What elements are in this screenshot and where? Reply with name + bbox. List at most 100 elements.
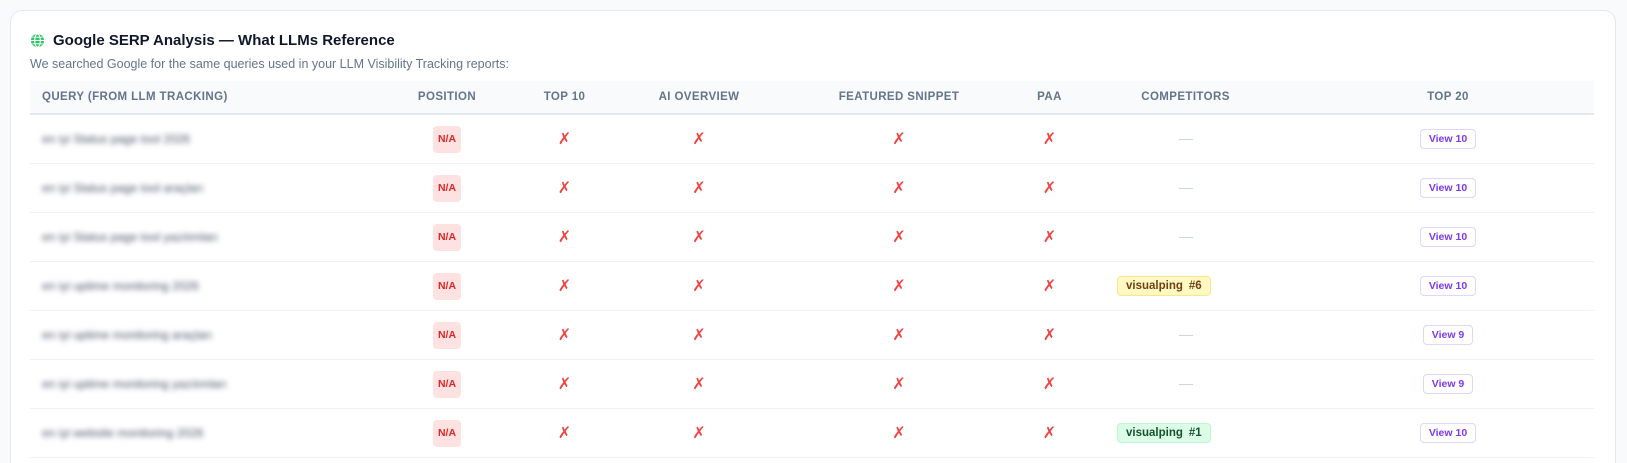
view-results-button[interactable]: View 9 bbox=[1422, 325, 1474, 345]
cross-icon: ✗ bbox=[1042, 376, 1057, 393]
cross-icon: ✗ bbox=[557, 327, 572, 344]
table-row: en iyi Status page tool 2026 N/A ✗ ✗ ✗ ✗ View … bbox=[30, 115, 1594, 164]
paa-cell: ✗ bbox=[1031, 423, 1068, 443]
featured-snippet-cell: ✗ bbox=[767, 423, 1031, 443]
competitor-badge: visualping #1 bbox=[1117, 423, 1211, 443]
top10-cell: ✗ bbox=[498, 325, 631, 345]
competitors-cell bbox=[1068, 236, 1303, 238]
top10-cell: ✗ bbox=[498, 178, 631, 198]
cross-icon: ✗ bbox=[892, 131, 906, 148]
query-cell: en iyi Status page tool 2026 bbox=[30, 132, 396, 146]
cross-icon: ✗ bbox=[692, 376, 706, 393]
paa-cell: ✗ bbox=[1031, 325, 1068, 345]
query-text: en iyi uptime monitoring araçları bbox=[42, 328, 213, 342]
competitor-name: visualping bbox=[1126, 427, 1183, 439]
featured-snippet-cell: ✗ bbox=[767, 227, 1031, 247]
competitors-cell bbox=[1068, 187, 1303, 189]
position-badge: N/A bbox=[433, 174, 461, 202]
cross-icon: ✗ bbox=[892, 376, 906, 393]
view-results-button[interactable]: View 10 bbox=[1419, 129, 1477, 149]
top20-cell: View 9 bbox=[1303, 374, 1593, 394]
cross-icon: ✗ bbox=[557, 180, 572, 197]
view-results-button[interactable]: View 10 bbox=[1419, 276, 1477, 296]
competitor-name: visualping bbox=[1126, 280, 1183, 292]
position-cell: N/A bbox=[396, 321, 498, 349]
view-results-button[interactable]: View 10 bbox=[1419, 227, 1477, 247]
competitors-cell: visualping #1 bbox=[1068, 423, 1303, 443]
cross-icon: ✗ bbox=[1042, 425, 1057, 442]
cross-icon: ✗ bbox=[892, 180, 906, 197]
serp-analysis-card: Google SERP Analysis — What LLMs Referen… bbox=[10, 10, 1616, 463]
empty-dash bbox=[1178, 383, 1193, 385]
top20-cell: View 10 bbox=[1303, 276, 1593, 296]
position-badge: N/A bbox=[433, 272, 461, 300]
top10-cell: ✗ bbox=[498, 227, 631, 247]
query-text: en iyi website monitoring 2026 bbox=[42, 426, 204, 440]
cross-icon: ✗ bbox=[692, 327, 706, 344]
competitor-rank: #6 bbox=[1188, 280, 1202, 292]
query-cell: en iyi Status page tool araçları bbox=[30, 181, 396, 195]
top10-cell: ✗ bbox=[498, 374, 631, 394]
featured-snippet-cell: ✗ bbox=[767, 178, 1031, 198]
cross-icon: ✗ bbox=[892, 229, 906, 246]
competitors-cell: visualping #6 bbox=[1068, 276, 1303, 296]
position-cell: N/A bbox=[396, 223, 498, 251]
cross-icon: ✗ bbox=[557, 229, 572, 246]
globe-icon bbox=[30, 32, 45, 48]
ai-overview-cell: ✗ bbox=[631, 178, 767, 198]
competitor-badge: visualping #6 bbox=[1117, 276, 1211, 296]
position-cell: N/A bbox=[396, 174, 498, 202]
top10-cell: ✗ bbox=[498, 129, 631, 149]
cross-icon: ✗ bbox=[892, 425, 906, 442]
cross-icon: ✗ bbox=[692, 229, 706, 246]
query-text: en iyi uptime monitoring yazılımları bbox=[42, 377, 227, 391]
query-cell: en iyi uptime monitoring yazılımları bbox=[30, 377, 396, 391]
position-cell: N/A bbox=[396, 272, 498, 300]
column-header-top20: Top 20 bbox=[1427, 91, 1469, 103]
table-row: en iyi uptime monitoring 2026 N/A ✗ ✗ ✗ ✗ visu… bbox=[30, 262, 1594, 311]
column-header-competitors: Competitors bbox=[1141, 91, 1230, 103]
top20-cell: View 10 bbox=[1303, 129, 1593, 149]
column-header-paa: PAA bbox=[1037, 91, 1062, 103]
featured-snippet-cell: ✗ bbox=[767, 374, 1031, 394]
position-cell: N/A bbox=[396, 370, 498, 398]
table-body: en iyi Status page tool 2026 N/A ✗ ✗ ✗ ✗ View … bbox=[30, 115, 1594, 458]
table-header: Query (from LLM Tracking) Position Top 1… bbox=[30, 81, 1594, 115]
query-text: en iyi Status page tool araçları bbox=[42, 181, 204, 195]
view-results-button[interactable]: View 10 bbox=[1419, 178, 1477, 198]
featured-snippet-cell: ✗ bbox=[767, 129, 1031, 149]
paa-cell: ✗ bbox=[1031, 227, 1068, 247]
cross-icon: ✗ bbox=[1042, 229, 1057, 246]
competitors-cell bbox=[1068, 334, 1303, 336]
empty-dash bbox=[1178, 236, 1193, 238]
serp-table: Query (from LLM Tracking) Position Top 1… bbox=[30, 81, 1594, 458]
top10-cell: ✗ bbox=[498, 276, 631, 296]
cross-icon: ✗ bbox=[557, 376, 572, 393]
view-results-button[interactable]: View 9 bbox=[1422, 374, 1474, 394]
ai-overview-cell: ✗ bbox=[631, 227, 767, 247]
view-results-button[interactable]: View 10 bbox=[1419, 423, 1477, 443]
column-header-featured-snippet: Featured Snippet bbox=[838, 91, 960, 103]
card-subtitle: We searched Google for the same queries … bbox=[30, 57, 509, 71]
cross-icon: ✗ bbox=[892, 327, 906, 344]
table-row: en iyi Status page tool araçları N/A ✗ ✗ ✗ ✗ V… bbox=[30, 164, 1594, 213]
table-row: en iyi uptime monitoring araçları N/A ✗ ✗ ✗ ✗… bbox=[30, 311, 1594, 360]
competitors-cell bbox=[1068, 138, 1303, 140]
featured-snippet-cell: ✗ bbox=[767, 325, 1031, 345]
paa-cell: ✗ bbox=[1031, 276, 1068, 296]
cross-icon: ✗ bbox=[557, 131, 572, 148]
table-row: en iyi website monitoring 2026 N/A ✗ ✗ ✗ ✗ vis… bbox=[30, 409, 1594, 458]
competitor-rank: #1 bbox=[1188, 427, 1202, 439]
empty-dash bbox=[1178, 187, 1193, 189]
query-text: en iyi Status page tool 2026 bbox=[42, 132, 191, 146]
top10-cell: ✗ bbox=[498, 423, 631, 443]
position-cell: N/A bbox=[396, 419, 498, 447]
column-header-position: Position bbox=[417, 91, 477, 103]
ai-overview-cell: ✗ bbox=[631, 423, 767, 443]
cross-icon: ✗ bbox=[692, 180, 706, 197]
competitors-cell bbox=[1068, 383, 1303, 385]
cross-icon: ✗ bbox=[892, 278, 906, 295]
top20-cell: View 10 bbox=[1303, 423, 1593, 443]
ai-overview-cell: ✗ bbox=[631, 374, 767, 394]
position-badge: N/A bbox=[433, 321, 461, 349]
